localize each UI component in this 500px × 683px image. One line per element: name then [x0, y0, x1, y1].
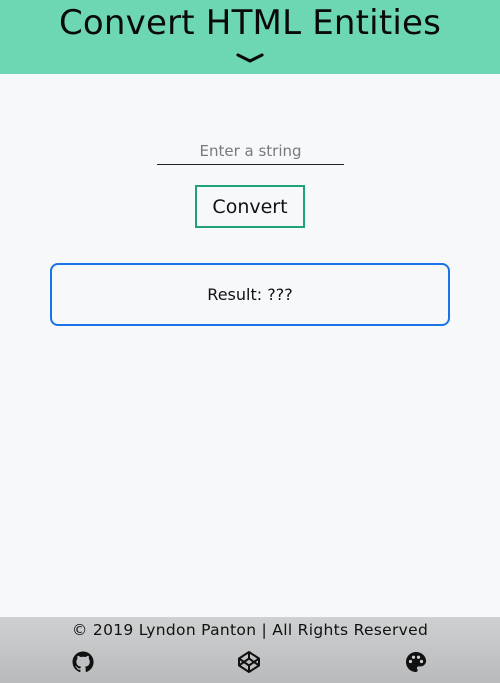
convert-button[interactable]: Convert	[195, 185, 305, 228]
string-input-container	[157, 140, 344, 165]
string-input[interactable]	[157, 140, 344, 162]
page-title: Convert HTML Entities	[58, 3, 442, 43]
codepen-icon[interactable]	[237, 650, 261, 674]
page-header: Convert HTML Entities	[0, 0, 500, 74]
result-label: Result:	[207, 285, 263, 304]
result-value: ???	[267, 285, 293, 304]
page-footer: © 2019 Lyndon Panton | All Rights Reserv…	[0, 617, 500, 683]
result-box: Result: ???	[50, 263, 450, 326]
chevron-down-icon[interactable]	[236, 52, 264, 66]
github-icon[interactable]	[71, 650, 95, 674]
copyright-text: © 2019 Lyndon Panton | All Rights Reserv…	[71, 621, 429, 639]
palette-icon[interactable]	[404, 650, 428, 674]
